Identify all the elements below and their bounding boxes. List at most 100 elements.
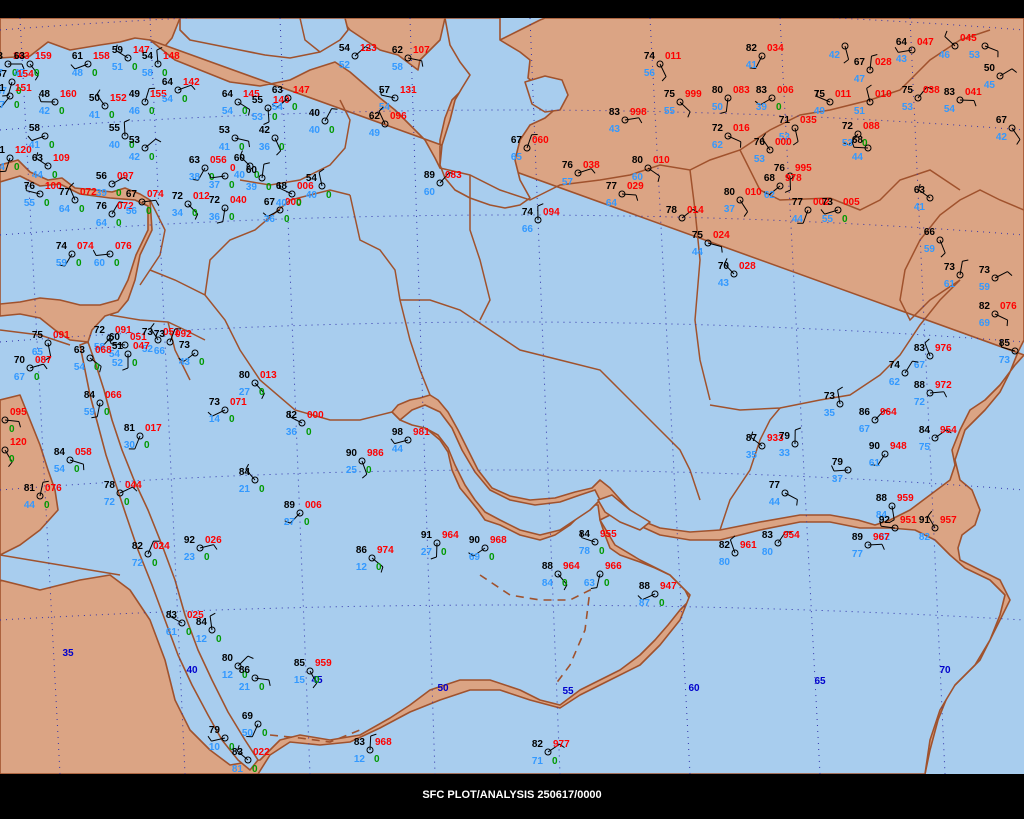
temperature-value: 84	[54, 447, 66, 458]
temperature-value: 79	[832, 457, 844, 468]
visibility-value: 0	[199, 357, 205, 368]
visibility-value: 0	[114, 258, 120, 269]
pressure-value: 040	[230, 195, 247, 206]
visibility-value: 0	[44, 198, 50, 209]
visibility-value: 0	[74, 464, 80, 475]
visibility-value: 0	[149, 152, 155, 163]
pressure-value: 142	[183, 77, 200, 88]
dewpoint-value: 53	[252, 112, 264, 123]
meridian-label: 60	[688, 683, 700, 694]
temperature-value: 63	[14, 51, 26, 62]
visibility-value: 0	[104, 407, 110, 418]
dewpoint-value: 54	[222, 106, 234, 117]
visibility-value: 0	[34, 372, 40, 383]
temperature-value: 80	[222, 653, 234, 664]
temperature-value: 85	[999, 338, 1011, 349]
temperature-value: 80	[632, 155, 644, 166]
dewpoint-value: 80	[719, 557, 731, 568]
dewpoint-value: 42	[129, 152, 141, 163]
pressure-value: 000	[775, 137, 792, 148]
pressure-value: 076	[45, 483, 62, 494]
pressure-value: 948	[890, 441, 907, 452]
dewpoint-value: 81	[232, 764, 244, 774]
temperature-value: 67	[0, 69, 7, 80]
pressure-value: 092	[175, 329, 192, 340]
dewpoint-value: 55	[822, 214, 834, 225]
visibility-value: 0	[9, 454, 15, 465]
pressure-value: 041	[965, 87, 982, 98]
pressure-value: 012	[193, 191, 210, 202]
temperature-value: 60	[246, 165, 258, 176]
temperature-value: 73	[979, 265, 991, 276]
visibility-value: 0	[842, 214, 848, 225]
temperature-value: 86	[859, 407, 871, 418]
visibility-value: 0	[152, 558, 158, 569]
dewpoint-value: 35	[824, 408, 836, 419]
plot-caption: SFC PLOT/ANALYSIS 250617/0000	[0, 774, 1024, 819]
visibility-value: 0	[259, 387, 265, 398]
dewpoint-value: 42	[39, 106, 51, 117]
dewpoint-value: 57	[562, 177, 574, 188]
dewpoint-value: 62	[889, 377, 901, 388]
dewpoint-value: 38	[189, 172, 201, 183]
temperature-value: 54	[339, 43, 351, 54]
visibility-value: 0	[44, 500, 50, 511]
temperature-value: 90	[869, 441, 881, 452]
pressure-value: 955	[600, 529, 617, 540]
temperature-value: 67	[126, 189, 138, 200]
dewpoint-value: 44	[792, 214, 804, 225]
pressure-value: 964	[442, 530, 459, 541]
pressure-value: 038	[583, 160, 600, 171]
dewpoint-value: 72	[132, 558, 144, 569]
visibility-value: 0	[552, 756, 558, 767]
wind-barb-flag	[1006, 320, 1009, 327]
pressure-value: 095	[10, 407, 27, 418]
visibility-value: 0	[604, 578, 610, 589]
dewpoint-value: 59	[924, 244, 936, 255]
pressure-value: 035	[800, 115, 817, 126]
temperature-value: 54	[142, 51, 154, 62]
visibility-value: 0	[132, 358, 138, 369]
dewpoint-value: 75	[919, 442, 931, 453]
dewpoint-value: 52	[339, 60, 351, 71]
pressure-value: 076	[1000, 301, 1017, 312]
dewpoint-value: 43	[896, 54, 908, 65]
temperature-value: 63	[0, 51, 3, 62]
dewpoint-value: 12	[354, 754, 366, 765]
dewpoint-value: 87	[639, 598, 651, 609]
temperature-value: 88	[914, 380, 926, 391]
pressure-value: 072	[80, 187, 97, 198]
pressure-value: 109	[53, 153, 70, 164]
pressure-value: 058	[75, 447, 92, 458]
visibility-value: 0	[144, 440, 150, 451]
pressure-value: 047	[133, 341, 150, 352]
visibility-value: 0	[776, 102, 782, 113]
temperature-value: 67	[854, 57, 866, 68]
pressure-value: 029	[627, 181, 644, 192]
visibility-value: 0	[229, 180, 235, 191]
dewpoint-value: 41	[89, 110, 101, 121]
temperature-value: 84	[196, 617, 208, 628]
visibility-value: 0	[92, 68, 98, 79]
temperature-value: 77	[769, 480, 781, 491]
dewpoint-value: 42	[996, 132, 1008, 143]
dewpoint-value: 45	[984, 80, 996, 91]
dewpoint-value: 44	[392, 444, 404, 455]
pressure-value: 951	[900, 515, 917, 526]
temperature-value: 71	[0, 83, 5, 94]
temperature-value: 75	[664, 89, 676, 100]
dewpoint-value: 67	[14, 372, 26, 383]
temperature-value: 73	[142, 327, 154, 338]
dewpoint-value: 44	[0, 162, 5, 173]
temperature-value: 71	[779, 115, 791, 126]
pressure-value: 152	[110, 93, 127, 104]
temperature-value: 63	[74, 345, 86, 356]
dewpoint-value: 40	[306, 190, 318, 201]
dewpoint-value: 30	[124, 440, 136, 451]
temperature-value: 51	[112, 341, 124, 352]
dewpoint-value: 25	[346, 465, 358, 476]
dewpoint-value: 64	[59, 204, 71, 215]
temperature-value: 62	[392, 45, 404, 56]
wind-barb	[123, 121, 126, 137]
pressure-value: 000	[307, 410, 324, 421]
